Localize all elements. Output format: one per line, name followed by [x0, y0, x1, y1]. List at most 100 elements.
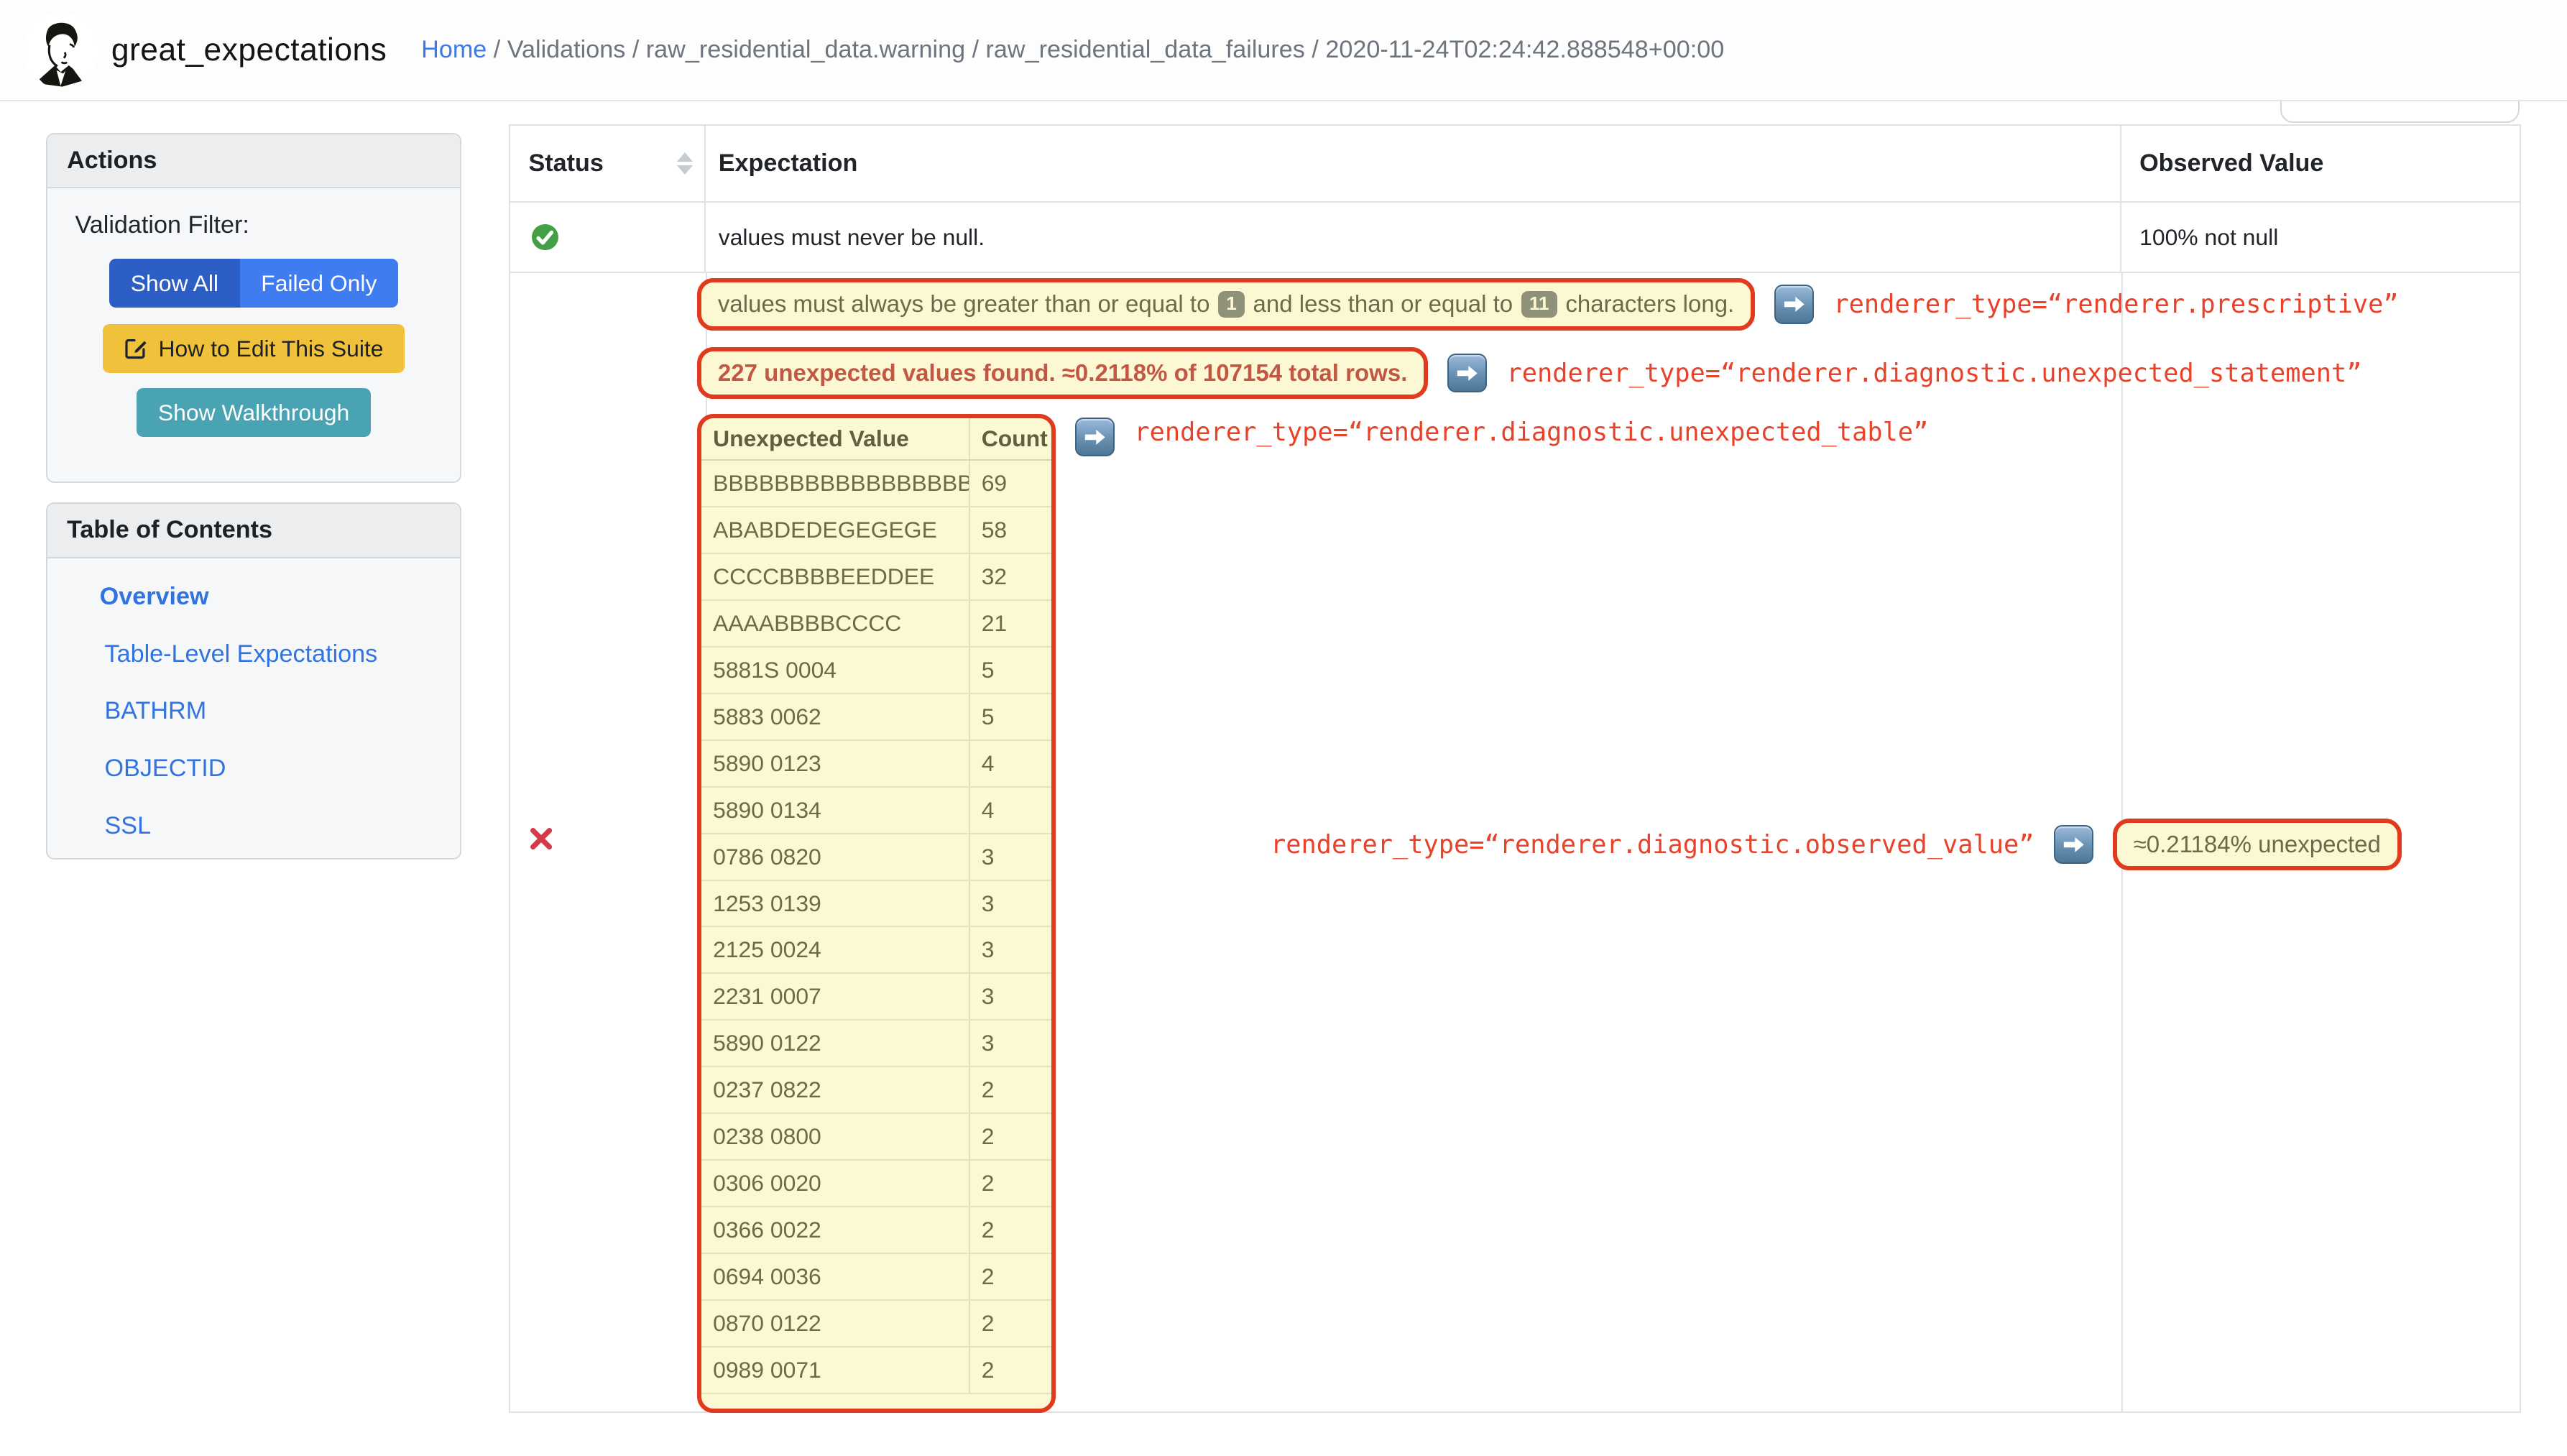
unexpected-value-cell: 0786 0820 [701, 834, 970, 880]
show-walkthrough-button[interactable]: Show Walkthrough [137, 387, 371, 438]
unexpected-value-cell: BBBBBBBBBBBBBBBBB [701, 461, 970, 507]
unexpected-values-table: Unexpected Value Count BBBBBBBBBBBBBBBBB… [697, 414, 1056, 1414]
edit-suite-label: How to Edit This Suite [158, 335, 384, 361]
count-cell: 3 [981, 983, 995, 1010]
unexpected-table-row: 0989 0071 2 [701, 1347, 1052, 1394]
unexpected-value-cell: 2125 0024 [701, 927, 970, 973]
unexpected-value-cell: 0237 0822 [701, 1067, 970, 1113]
unexpected-statement-highlight-box: 227 unexpected values found. ≈0.2118% of… [697, 346, 1429, 400]
unexpected-table-row: 0237 0822 2 [701, 1067, 1052, 1115]
toc-item[interactable]: SSL [105, 814, 461, 838]
unexpected-table-row: 0306 0020 2 [701, 1161, 1052, 1208]
actions-panel: Actions Validation Filter: Show All Fail… [45, 132, 462, 484]
count-cell: 4 [981, 796, 995, 823]
table-header-row: Status Expectation Observed Value [510, 126, 2520, 203]
count-cell: 3 [981, 843, 995, 870]
breadcrumb-path: / Validations / raw_residential_data.war… [487, 36, 1725, 64]
right-arrow-icon[interactable] [1447, 353, 1488, 393]
unexpected-value-cell: 5890 0122 [701, 1020, 970, 1066]
status-column-header: Status [510, 126, 706, 202]
count-cell: 2 [981, 1170, 995, 1197]
validation-filter-group: Show All Failed Only [109, 258, 399, 308]
count-cell: 2 [981, 1077, 995, 1103]
count-cell: 5 [981, 703, 995, 729]
unexpected-value-cell: 0870 0122 [701, 1300, 970, 1346]
unexpected-table-row: 0366 0022 2 [701, 1207, 1052, 1254]
breadcrumb: Home / Validations / raw_residential_dat… [421, 36, 1724, 64]
observed-value-annotation-line: renderer_type=“renderer.diagnostic.obser… [1270, 818, 2402, 871]
unexpected-table-row: BBBBBBBBBBBBBBBBB 69 [701, 461, 1052, 508]
partially-visible-button[interactable] [2280, 101, 2520, 123]
toc-item[interactable]: OBJECTID [105, 756, 461, 780]
renderer-observed-code: renderer_type=“renderer.diagnostic.obser… [1270, 829, 2034, 860]
toc-list: Overview Table-Level Expectations BATHRM… [47, 558, 461, 838]
right-arrow-icon[interactable] [2053, 824, 2093, 865]
count-cell: 4 [981, 750, 995, 776]
toc-item[interactable]: Overview [100, 584, 461, 609]
unexpected-table-row: 0694 0036 2 [701, 1253, 1052, 1301]
unexpected-value-cell: 5890 0123 [701, 740, 970, 786]
actions-panel-title: Actions [47, 134, 461, 188]
unexpected-table-row: 5883 0062 5 [701, 694, 1052, 741]
sort-arrows-icon[interactable] [676, 152, 693, 175]
failed-only-button[interactable]: Failed Only [239, 258, 399, 308]
expectation-text: values must never be null. [706, 203, 2122, 272]
unexpected-table-row: 5890 0122 3 [701, 1020, 1052, 1068]
unexpected-table-row: AAAABBBBCCCC 21 [701, 601, 1052, 648]
validation-table: Status Expectation Observed Value values… [509, 124, 2522, 1414]
count-cell: 3 [981, 890, 995, 916]
unexpected-table-row: 1253 0139 3 [701, 880, 1052, 928]
unexpected-table-row: 5890 0123 4 [701, 740, 1052, 788]
count-cell: 21 [981, 609, 1008, 636]
unexpected-table-annotation-line: Unexpected Value Count BBBBBBBBBBBBBBBBB… [697, 414, 1929, 1414]
toc-panel-title: Table of Contents [47, 504, 461, 558]
count-cell: 32 [981, 563, 1008, 590]
show-all-button[interactable]: Show All [109, 258, 240, 308]
page: great_expectations Home / Validations / … [0, 0, 2567, 1456]
unexpected-value-cell: 5883 0062 [701, 694, 970, 739]
unexpected-table-row: 0238 0800 2 [701, 1114, 1052, 1161]
count-cell: 2 [981, 1356, 995, 1383]
validation-filter-label: Validation Filter: [75, 211, 249, 239]
unexpected-value-cell: 0306 0020 [701, 1161, 970, 1207]
count-cell: 3 [981, 936, 995, 963]
toc-panel: Table of Contents Overview Table-Level E… [45, 502, 462, 860]
unexpected-table-row: 0870 0122 2 [701, 1300, 1052, 1347]
renderer-table-code: renderer_type=“renderer.diagnostic.unexp… [1134, 417, 1929, 447]
unexpected-table-header: Unexpected Value Count [701, 418, 1052, 461]
right-arrow-icon[interactable] [1075, 417, 1115, 457]
unexpected-value-cell: 2231 0007 [701, 974, 970, 1020]
count-cell: 69 [981, 470, 1008, 497]
unexpected-statement-annotation-line: 227 unexpected values found. ≈0.2118% of… [697, 346, 2362, 400]
renderer-prescriptive-code: renderer_type=“renderer.prescriptive” [1833, 289, 2399, 319]
min-length-badge: 1 [1217, 291, 1245, 318]
unexpected-value-cell: 0238 0800 [701, 1114, 970, 1160]
observed-value-column-header: Observed Value [2139, 149, 2324, 178]
toc-item[interactable]: Table-Level Expectations [105, 642, 461, 666]
status-cell [510, 203, 706, 272]
great-expectations-logo-icon [22, 12, 98, 88]
unexpected-table-body: BBBBBBBBBBBBBBBBB 69 ABABDEDEGEGEGE 58 C… [701, 461, 1052, 1394]
expectation-row-passed: values must never be null. 100% not null [510, 203, 2520, 274]
expectation-column-header: Expectation [706, 126, 2122, 202]
unexpected-value-cell: 5890 0134 [701, 787, 970, 833]
unexpected-table-row: 0786 0820 3 [701, 834, 1052, 881]
breadcrumb-home-link[interactable]: Home [421, 36, 487, 63]
fail-x-icon [529, 826, 553, 851]
edit-suite-button[interactable]: How to Edit This Suite [103, 324, 405, 374]
unexpected-value-cell: 5881S 0004 [701, 647, 970, 693]
max-length-badge: 11 [1521, 291, 1557, 318]
right-arrow-icon[interactable] [1774, 285, 1814, 324]
count-column-header: Count [981, 425, 1048, 452]
count-cell: 2 [981, 1123, 995, 1150]
top-navbar: great_expectations Home / Validations / … [0, 0, 2567, 102]
pencil-square-icon [124, 337, 147, 360]
renderer-statement-code: renderer_type=“renderer.diagnostic.unexp… [1506, 358, 2362, 388]
toc-item[interactable]: BATHRM [105, 699, 461, 723]
count-cell: 3 [981, 1030, 995, 1056]
success-check-icon [532, 224, 558, 251]
unexpected-value-cell: 0694 0036 [701, 1253, 970, 1299]
prescriptive-highlight-box: values must always be greater than or eq… [697, 277, 1755, 331]
unexpected-value-cell: CCCCBBBBEEDDEE [701, 554, 970, 600]
count-cell: 2 [981, 1309, 995, 1336]
